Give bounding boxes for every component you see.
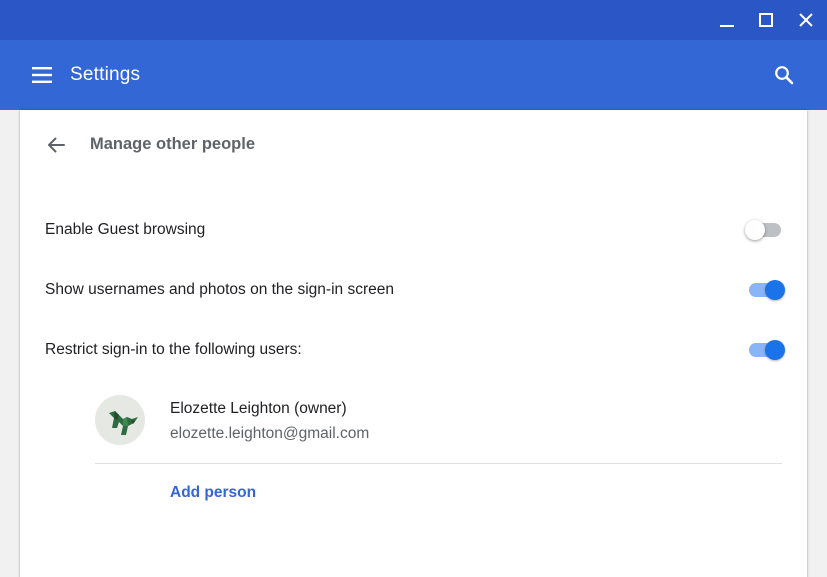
guest-browsing-row: Enable Guest browsing xyxy=(45,215,785,245)
user-entry: Elozette Leighton (owner) elozette.leigh… xyxy=(95,395,782,464)
page-title: Manage other people xyxy=(90,135,256,153)
back-arrow-icon xyxy=(48,137,65,153)
dinosaur-avatar-icon xyxy=(95,395,145,445)
add-person-button[interactable]: Add person xyxy=(170,484,256,502)
toggle-knob xyxy=(765,340,785,360)
user-email: elozette.leighton@gmail.com xyxy=(170,425,370,442)
minimize-button[interactable] xyxy=(707,0,747,40)
maximize-icon xyxy=(759,13,773,27)
maximize-button[interactable] xyxy=(746,0,786,40)
minimize-icon xyxy=(720,25,734,27)
guest-browsing-label: Enable Guest browsing xyxy=(45,221,206,238)
toolbar-title: Settings xyxy=(70,64,141,85)
show-usernames-row: Show usernames and photos on the sign-in… xyxy=(45,275,785,305)
settings-window: Settings Manage other people Enable Gues… xyxy=(0,0,827,577)
hamburger-menu-icon xyxy=(32,67,52,83)
close-icon xyxy=(799,13,813,27)
close-button[interactable] xyxy=(786,0,826,40)
show-usernames-label: Show usernames and photos on the sign-in… xyxy=(45,281,394,298)
restrict-signin-toggle[interactable] xyxy=(745,340,785,360)
window-titlebar xyxy=(0,0,827,40)
user-name: Elozette Leighton (owner) xyxy=(170,400,347,417)
restrict-signin-row: Restrict sign-in to the following users: xyxy=(45,335,785,365)
back-button[interactable] xyxy=(38,132,74,158)
search-icon xyxy=(775,66,794,85)
avatar xyxy=(95,395,145,445)
search-button[interactable] xyxy=(766,57,802,93)
guest-browsing-toggle[interactable] xyxy=(745,220,785,240)
settings-toolbar: Settings xyxy=(0,40,827,110)
toggle-knob xyxy=(765,280,785,300)
restrict-signin-label: Restrict sign-in to the following users: xyxy=(45,341,302,358)
show-usernames-toggle[interactable] xyxy=(745,280,785,300)
toggle-knob xyxy=(745,220,765,240)
menu-button[interactable] xyxy=(24,57,60,93)
settings-card: Manage other people Enable Guest browsin… xyxy=(20,110,807,577)
